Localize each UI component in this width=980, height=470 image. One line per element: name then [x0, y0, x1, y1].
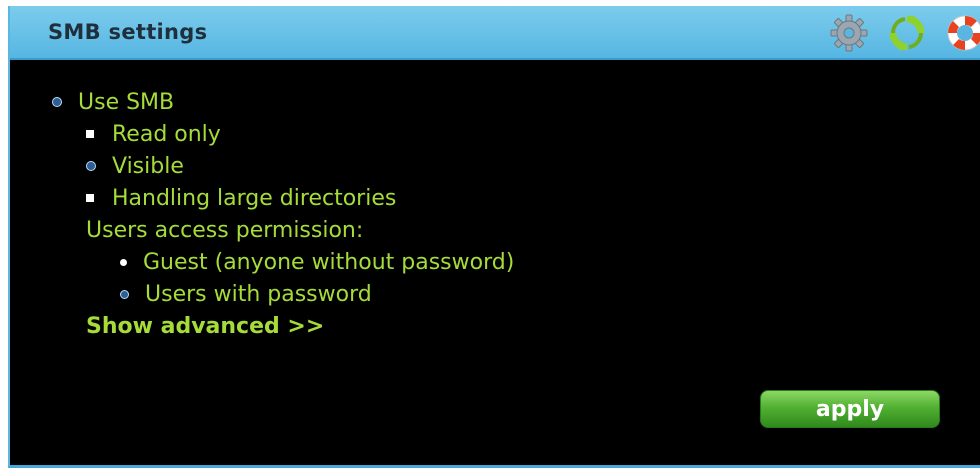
title-bar: SMB settings	[10, 6, 980, 60]
visible-checkbox[interactable]	[86, 161, 96, 171]
gear-icon[interactable]	[828, 12, 870, 54]
guest-radio[interactable]	[120, 258, 127, 266]
permissions-label: Users access permission:	[86, 217, 364, 243]
use-smb-checkbox[interactable]	[52, 97, 62, 107]
smb-settings-window: SMB settings Use SMB Read only Visible H…	[8, 6, 980, 468]
show-advanced-row[interactable]: Show advanced >>	[86, 311, 324, 341]
permissions-heading: Users access permission:	[86, 215, 363, 245]
settings-content: Use SMB Read only Visible Handling large…	[10, 60, 980, 460]
large-dirs-label[interactable]: Handling large directories	[112, 186, 396, 211]
visible-label[interactable]: Visible	[112, 154, 184, 179]
title-icons	[828, 10, 980, 56]
permission-option-users[interactable]: Users with password	[120, 279, 372, 309]
users-label[interactable]: Users with password	[145, 282, 372, 307]
refresh-icon[interactable]	[886, 12, 928, 54]
use-smb-label[interactable]: Use SMB	[78, 90, 174, 115]
show-advanced-link[interactable]: Show advanced >>	[86, 314, 324, 339]
lifebuoy-icon[interactable]	[944, 12, 980, 54]
guest-label[interactable]: Guest (anyone without password)	[143, 250, 514, 275]
read-only-row[interactable]: Read only	[86, 119, 221, 149]
large-dirs-row[interactable]: Handling large directories	[86, 183, 396, 213]
apply-button[interactable]: apply	[760, 390, 940, 428]
visible-row[interactable]: Visible	[86, 151, 184, 181]
permission-option-guest[interactable]: Guest (anyone without password)	[120, 247, 514, 277]
page-title: SMB settings	[48, 20, 208, 44]
read-only-checkbox[interactable]	[86, 130, 94, 138]
users-radio[interactable]	[120, 289, 129, 299]
large-dirs-checkbox[interactable]	[86, 194, 94, 202]
use-smb-row[interactable]: Use SMB	[52, 87, 174, 117]
read-only-label[interactable]: Read only	[112, 122, 221, 147]
